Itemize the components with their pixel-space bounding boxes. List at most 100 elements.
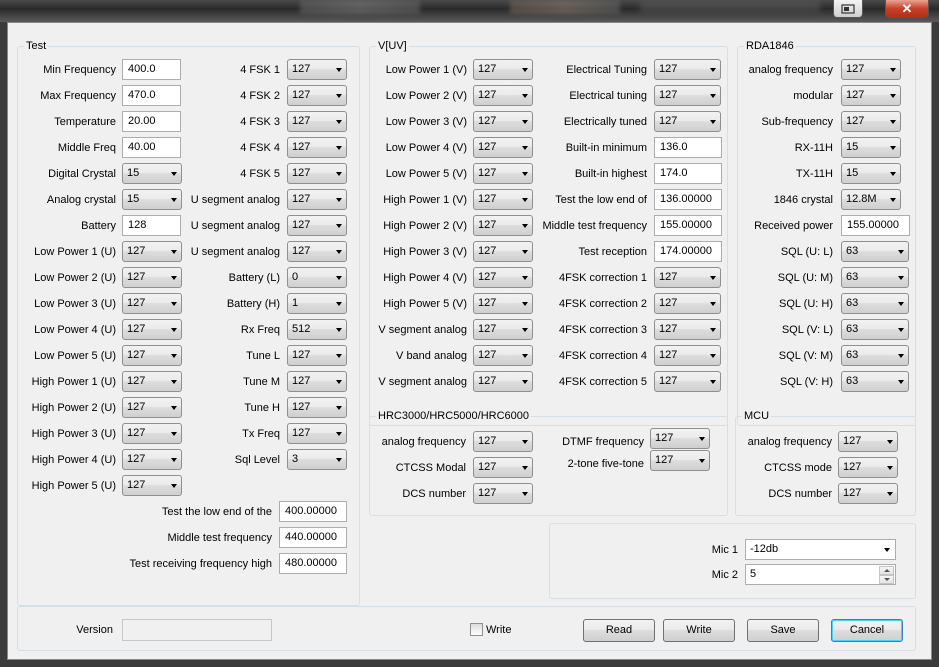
low-power-3-v-select[interactable]: 127 — [473, 111, 533, 132]
dcs-number-select[interactable]: 127 — [838, 483, 898, 504]
high-power-5-u-select[interactable]: 127 — [122, 475, 182, 496]
middle-test-frequency-input[interactable]: 155.00000 — [654, 215, 722, 236]
spin-down-icon[interactable] — [879, 575, 894, 584]
field-label: Middle test frequency — [542, 220, 647, 232]
combo-value: 127 — [292, 349, 311, 361]
4fsk-correction-5-select[interactable]: 127 — [654, 371, 721, 392]
write-checkbox[interactable] — [470, 623, 483, 636]
combo-value: 127 — [846, 115, 865, 127]
rx-freq-select[interactable]: 512 — [287, 319, 347, 340]
battery-h-select[interactable]: 1 — [287, 293, 347, 314]
field-label: High Power 3 (U) — [31, 428, 116, 440]
1846-crystal-select[interactable]: 12.8M — [841, 189, 901, 210]
middle-test-frequency-input[interactable]: 440.00000 — [279, 527, 347, 548]
electrical-tuning-select[interactable]: 127 — [654, 59, 721, 80]
mic1-select[interactable]: -12db — [745, 539, 896, 560]
group-vuv-title: V[UV] — [376, 40, 409, 52]
electrically-tuned-select[interactable]: 127 — [654, 111, 721, 132]
dcs-number-select[interactable]: 127 — [473, 483, 533, 504]
field-label: Low Power 5 (U) — [34, 350, 116, 362]
high-power-2-v-select[interactable]: 127 — [473, 215, 533, 236]
4-fsk-2-select[interactable]: 127 — [287, 85, 347, 106]
modular-select[interactable]: 127 — [841, 85, 901, 106]
4-fsk-1-select[interactable]: 127 — [287, 59, 347, 80]
sql-v-l-select[interactable]: 63 — [841, 319, 909, 340]
tune-h-select[interactable]: 127 — [287, 397, 347, 418]
spin-up-icon[interactable] — [879, 566, 894, 575]
sql-u-h-select[interactable]: 63 — [841, 293, 909, 314]
v-segment-analog-select[interactable]: 127 — [473, 319, 533, 340]
built-in-minimum-input[interactable]: 136.0 — [654, 137, 722, 158]
4-fsk-5-select[interactable]: 127 — [287, 163, 347, 184]
sub-frequency-select[interactable]: 127 — [841, 111, 901, 132]
4fsk-correction-4-select[interactable]: 127 — [654, 345, 721, 366]
sql-u-l-select[interactable]: 63 — [841, 241, 909, 262]
group-test-title: Test — [24, 40, 49, 52]
battery-l-select[interactable]: 0 — [287, 267, 347, 288]
close-button[interactable]: ✕ — [885, 0, 929, 18]
cancel-button[interactable]: Cancel — [831, 619, 903, 642]
field-label: modular — [793, 90, 833, 102]
combo-value: 127 — [478, 193, 497, 205]
chevron-down-icon — [336, 302, 342, 306]
chevron-down-icon — [884, 548, 890, 552]
sql-u-m-select[interactable]: 63 — [841, 267, 909, 288]
4-fsk-4-select[interactable]: 127 — [287, 137, 347, 158]
test-the-low-end-of-input[interactable]: 136.00000 — [654, 189, 722, 210]
built-in-highest-input[interactable]: 174.0 — [654, 163, 722, 184]
sql-v-m-select[interactable]: 63 — [841, 345, 909, 366]
u-segment-analog-select[interactable]: 127 — [287, 189, 347, 210]
mic2-spinbox[interactable]: 5 — [745, 564, 896, 585]
tx-11h-select[interactable]: 15 — [841, 163, 901, 184]
high-power-3-v-select[interactable]: 127 — [473, 241, 533, 262]
4fsk-correction-1-select[interactable]: 127 — [654, 267, 721, 288]
analog-frequency-select[interactable]: 127 — [841, 59, 901, 80]
ctcss-mode-select[interactable]: 127 — [838, 457, 898, 478]
ctcss-modal-select[interactable]: 127 — [473, 457, 533, 478]
combo-value: 127 — [127, 453, 146, 465]
field-label: Battery (H) — [226, 298, 280, 310]
low-power-4-v-select[interactable]: 127 — [473, 137, 533, 158]
field-label: analog frequency — [748, 64, 833, 76]
4fsk-correction-3-select[interactable]: 127 — [654, 319, 721, 340]
restore-button[interactable] — [833, 0, 863, 18]
electrical-tuning-select[interactable]: 127 — [654, 85, 721, 106]
low-power-1-v-select[interactable]: 127 — [473, 59, 533, 80]
chevron-down-icon — [898, 380, 904, 384]
chevron-down-icon — [522, 120, 528, 124]
read-button[interactable]: Read — [583, 619, 655, 642]
u-segment-analog-select[interactable]: 127 — [287, 241, 347, 262]
v-band-analog-select[interactable]: 127 — [473, 345, 533, 366]
field-label: U segment analog — [190, 220, 280, 232]
tune-m-select[interactable]: 127 — [287, 371, 347, 392]
v-segment-analog-select[interactable]: 127 — [473, 371, 533, 392]
field-label: Low Power 3 (U) — [34, 298, 116, 310]
tune-l-select[interactable]: 127 — [287, 345, 347, 366]
dtmf-frequency-select[interactable]: 127 — [650, 428, 710, 449]
save-button[interactable]: Save — [747, 619, 819, 642]
sql-level-select[interactable]: 3 — [287, 449, 347, 470]
2-tone-five-tone-select[interactable]: 127 — [650, 450, 710, 471]
4-fsk-3-select[interactable]: 127 — [287, 111, 347, 132]
sql-v-h-select[interactable]: 63 — [841, 371, 909, 392]
rx-11h-select[interactable]: 15 — [841, 137, 901, 158]
high-power-5-v-select[interactable]: 127 — [473, 293, 533, 314]
low-power-2-v-select[interactable]: 127 — [473, 85, 533, 106]
tx-freq-select[interactable]: 127 — [287, 423, 347, 444]
combo-value: 127 — [478, 375, 497, 387]
combo-value: 127 — [478, 167, 497, 179]
analog-frequency-select[interactable]: 127 — [473, 431, 533, 452]
received-power-input[interactable]: 155.00000 — [841, 215, 910, 236]
u-segment-analog-select[interactable]: 127 — [287, 215, 347, 236]
test-the-low-end-of-the-input[interactable]: 400.00000 — [279, 501, 347, 522]
4fsk-correction-2-select[interactable]: 127 — [654, 293, 721, 314]
test-receiving-frequency-high-input[interactable]: 480.00000 — [279, 553, 347, 574]
combo-value: 127 — [843, 435, 862, 447]
high-power-4-v-select[interactable]: 127 — [473, 267, 533, 288]
high-power-1-v-select[interactable]: 127 — [473, 189, 533, 210]
test-reception-input[interactable]: 174.00000 — [654, 241, 722, 262]
chevron-down-icon — [710, 302, 716, 306]
write-button[interactable]: Write — [663, 619, 735, 642]
analog-frequency-select[interactable]: 127 — [838, 431, 898, 452]
low-power-5-v-select[interactable]: 127 — [473, 163, 533, 184]
